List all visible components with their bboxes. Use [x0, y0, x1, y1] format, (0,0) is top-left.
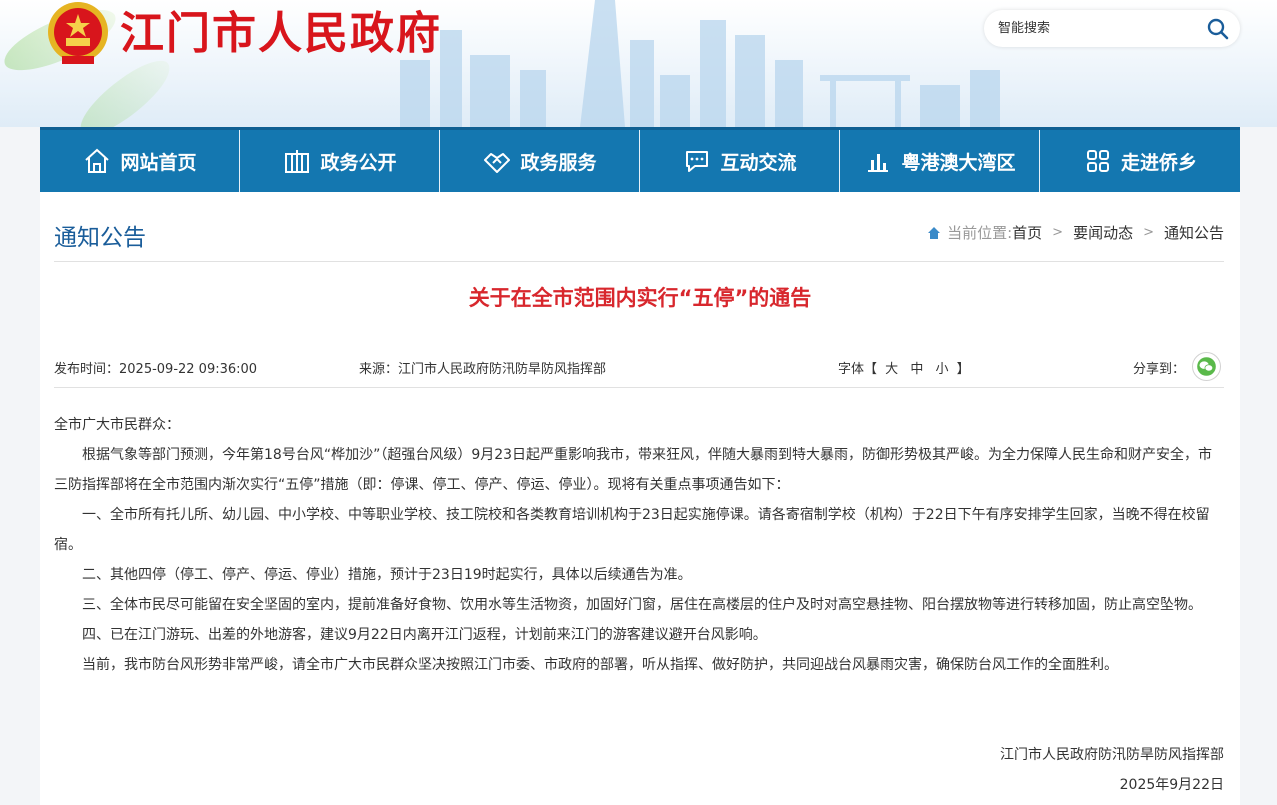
article-paragraph: 二、其他四停（停工、停产、停运、停业）措施，预计于23日19时起实行，具体以后续…	[82, 567, 692, 583]
nav-item-gov-services[interactable]: 政务服务	[440, 130, 640, 192]
font-size-label: 字体【	[838, 362, 878, 377]
search-box	[984, 10, 1240, 47]
nav-item-label: 政务公开	[320, 151, 397, 174]
breadcrumb-notices-link[interactable]: 通知公告	[1164, 222, 1224, 243]
breadcrumb-news-link[interactable]: 要闻动态	[1073, 222, 1133, 243]
nav-item-gov-affairs[interactable]: 政务公开	[240, 130, 440, 192]
article-paragraph: 当前，我市防台风形势非常严峻，请全市广大市民群众坚决按照江门市委、市政府的部署，…	[82, 657, 1118, 673]
section-title: 通知公告	[54, 225, 146, 251]
article-source: 来源：江门市人民政府防汛防旱防风指挥部	[359, 362, 607, 377]
nav-item-label: 粤港澳大湾区	[901, 151, 1016, 174]
city-skyline-illustration	[400, 0, 1000, 127]
font-size-control: 字体【 大 中 小 】	[838, 358, 970, 377]
article-title: 关于在全市范围内实行“五停”的通告	[468, 286, 812, 310]
nav-item-label: 政务服务	[520, 151, 597, 174]
search-icon[interactable]	[1204, 15, 1232, 43]
nav-item-label: 网站首页	[120, 151, 197, 174]
main-content: 通知公告 当前位置: 首页 > 要闻动态 > 通知公告 关于在全市范围内实行“五…	[40, 192, 1240, 805]
nav-item-hometown[interactable]: 走进侨乡	[1040, 130, 1240, 192]
divider	[54, 261, 1224, 262]
nav-item-interaction[interactable]: 互动交流	[640, 130, 840, 192]
search-input[interactable]	[998, 16, 1198, 41]
national-emblem-icon	[48, 2, 108, 64]
nav-item-label: 互动交流	[720, 151, 797, 174]
main-nav: 网站首页 政务公开 政务服务 互动交流 粤港澳大湾区 走进侨乡	[40, 127, 1240, 192]
article-paragraph: 三、全体市民尽可能留在安全坚固的室内，提前准备好食物、饮用水等生活物资，加固好门…	[82, 597, 1202, 613]
nav-item-label: 走进侨乡	[1120, 151, 1197, 174]
chat-icon	[686, 151, 709, 172]
signature-issuer: 江门市人民政府防汛防旱防风指挥部	[1000, 747, 1224, 763]
site-title[interactable]: 江门市人民政府	[120, 4, 442, 64]
nav-item-home[interactable]: 网站首页	[40, 130, 240, 192]
building-icon	[285, 150, 310, 173]
article-meta: 发布时间：2025-09-22 09:36:00 来源：江门市人民政府防汛防旱防…	[54, 352, 1224, 386]
font-size-bracket: 】	[956, 362, 970, 377]
article-signature: 江门市人民政府防汛防旱防风指挥部 2025年9月22日	[1000, 740, 1224, 800]
share-label: 分享到：	[1133, 362, 1186, 377]
grid-icon	[1086, 150, 1109, 172]
bar-chart-icon	[868, 154, 889, 172]
divider	[54, 387, 1224, 388]
home-icon	[85, 148, 110, 173]
handshake-icon	[484, 153, 511, 173]
font-size-medium-button[interactable]: 中	[910, 362, 923, 377]
article-paragraph: 一、全市所有托儿所、幼儿园、中小学校、中等职业学校、技工院校和各类教育培训机构于…	[54, 507, 1210, 553]
publish-time: 发布时间：2025-09-22 09:36:00	[54, 362, 258, 377]
font-size-large-button[interactable]: 大	[885, 362, 898, 377]
breadcrumb-home-link[interactable]: 首页	[1012, 222, 1042, 243]
nav-item-greater-bay-area[interactable]: 粤港澳大湾区	[840, 130, 1040, 192]
breadcrumb-separator: >	[1052, 225, 1064, 240]
article-paragraph: 根据气象等部门预测，今年第18号台风“桦加沙”（超强台风级）9月23日起严重影响…	[54, 447, 1213, 493]
site-header: 江门市人民政府	[0, 0, 1277, 127]
wechat-share-icon[interactable]	[1192, 352, 1221, 381]
article-paragraph: 四、已在江门游玩、出差的外地游客，建议9月22日内离开江门返程，计划前来江门的游…	[82, 627, 767, 643]
breadcrumb: 当前位置: 首页 > 要闻动态 > 通知公告	[927, 222, 1224, 243]
breadcrumb-separator: >	[1143, 225, 1154, 240]
article-salutation: 全市广大市民群众：	[54, 417, 180, 433]
signature-date: 2025年9月22日	[1119, 777, 1224, 793]
home-icon	[928, 226, 941, 239]
breadcrumb-label: 当前位置:	[947, 224, 1013, 242]
font-size-small-button[interactable]: 小	[935, 362, 948, 377]
article-body: 全市广大市民群众： 根据气象等部门预测，今年第18号台风“桦加沙”（超强台风级）…	[54, 410, 1224, 680]
